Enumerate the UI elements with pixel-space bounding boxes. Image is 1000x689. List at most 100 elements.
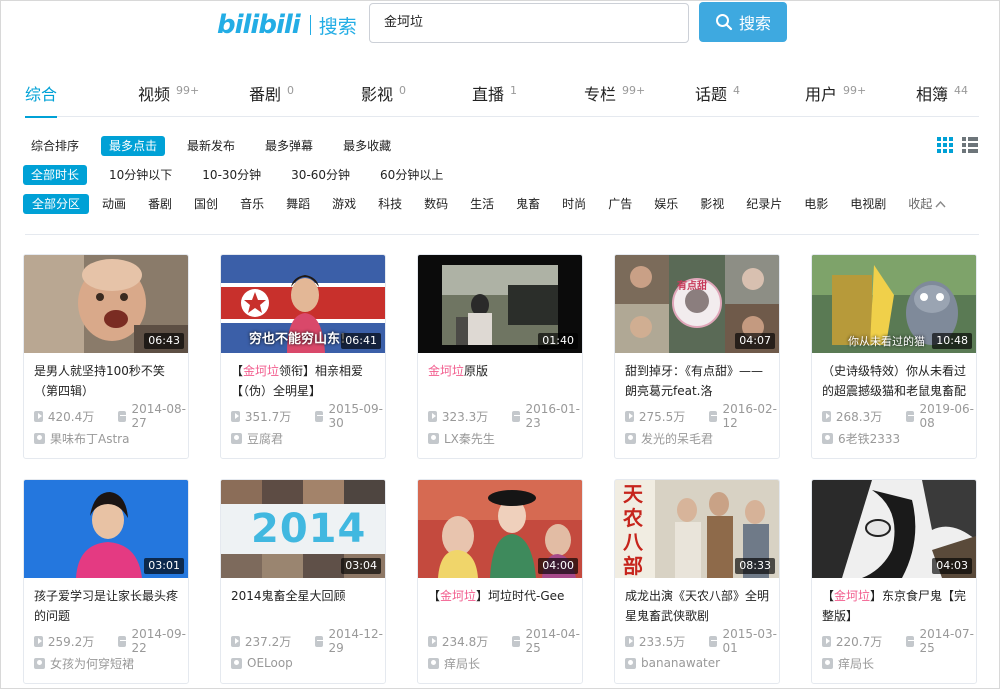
calendar-icon bbox=[905, 410, 915, 422]
duration-option[interactable]: 10-30分钟 bbox=[194, 165, 269, 185]
video-duration: 10:48 bbox=[932, 333, 972, 349]
uploader-info[interactable]: OELoop bbox=[231, 655, 385, 671]
video-card[interactable]: 穷也不能穷山东! 06:41 【金坷垃领衔】相亲相爱【（伪）全明星】 351.7… bbox=[220, 254, 386, 459]
uploader-info[interactable]: 6老铁2333 bbox=[822, 430, 976, 446]
uploader-info[interactable]: bananawater bbox=[625, 655, 779, 671]
title-text: （史诗级特效）你从未看过的超震撼级猫和老鼠鬼畜配 bbox=[822, 364, 967, 398]
zone-option[interactable]: 影视 bbox=[691, 194, 733, 214]
video-duration: 06:43 bbox=[144, 333, 184, 349]
video-thumbnail[interactable]: 04:00 bbox=[418, 480, 582, 578]
video-thumbnail[interactable]: 06:43 bbox=[24, 255, 188, 353]
uploader-info[interactable]: 女孩为何穿短裙 bbox=[34, 655, 188, 671]
video-thumbnail[interactable]: 天农八部 08:33 bbox=[615, 480, 779, 578]
play-count: 237.2万 bbox=[244, 634, 292, 649]
video-title[interactable]: 孩子爱学习是让家长最头疼的问题 bbox=[34, 586, 179, 626]
tab-label: 番剧 bbox=[249, 85, 282, 104]
video-card[interactable]: 有点甜 04:07 甜到掉牙：《有点甜》——朗亮葛元feat.洛 275.5万 … bbox=[614, 254, 780, 459]
video-card[interactable]: 04:03 【金坷垃】东京食尸鬼【完整版】 220.7万 2014-07-25 … bbox=[811, 479, 977, 684]
uploader-info[interactable]: 发光的呆毛君 bbox=[625, 430, 779, 446]
zone-option[interactable]: 科技 bbox=[369, 194, 411, 214]
video-card[interactable]: 06:43 是男人就坚持100秒不笑（第四辑） 420.4万 2014-08-2… bbox=[23, 254, 189, 459]
zone-option[interactable]: 舞蹈 bbox=[277, 194, 319, 214]
zone-option[interactable]: 电影 bbox=[795, 194, 837, 214]
play-count: 323.3万 bbox=[441, 409, 489, 424]
tab-article[interactable]: 专栏 99+ bbox=[584, 71, 645, 117]
zone-option[interactable]: 游戏 bbox=[323, 194, 365, 214]
calendar-icon bbox=[314, 635, 324, 647]
zone-option[interactable]: 全部分区 bbox=[23, 194, 90, 214]
sort-option[interactable]: 最新发布 bbox=[179, 136, 243, 156]
tab-film[interactable]: 影视 0 bbox=[361, 71, 406, 117]
zone-option[interactable]: 番剧 bbox=[139, 194, 181, 214]
video-title[interactable]: 【金坷垃】坷垃时代-Gee bbox=[428, 586, 573, 626]
video-title[interactable]: 金坷垃原版 bbox=[428, 361, 573, 401]
calendar-icon bbox=[511, 635, 521, 647]
video-thumbnail[interactable]: 01:40 bbox=[418, 255, 582, 353]
duration-filter: 全部时长 10分钟以下 10-30分钟 30-60分钟 60分钟以上 bbox=[23, 165, 465, 185]
duration-option[interactable]: 10分钟以下 bbox=[101, 165, 180, 185]
title-text: 成龙出演《天农八部》全明星鬼畜武侠歌剧 bbox=[625, 589, 770, 623]
video-title[interactable]: （史诗级特效）你从未看过的超震撼级猫和老鼠鬼畜配 bbox=[822, 361, 967, 401]
uploader-info[interactable]: 豆腐君 bbox=[231, 430, 385, 446]
video-title[interactable]: 是男人就坚持100秒不笑（第四辑） bbox=[34, 361, 179, 401]
zone-option[interactable]: 数码 bbox=[415, 194, 457, 214]
video-thumbnail[interactable]: 03:01 bbox=[24, 480, 188, 578]
video-card[interactable]: 天农八部 08:33 成龙出演《天农八部》全明星鬼畜武侠歌剧 233.5万 20… bbox=[614, 479, 780, 684]
tab-user[interactable]: 用户 99+ bbox=[805, 71, 866, 117]
tab-video[interactable]: 视频 99+ bbox=[138, 71, 199, 117]
thumbnail-caption: 穷也不能穷山东! bbox=[249, 332, 346, 347]
tab-label: 直播 bbox=[472, 85, 505, 104]
uploader-info[interactable]: 痒局长 bbox=[822, 655, 976, 671]
zone-option[interactable]: 时尚 bbox=[553, 194, 595, 214]
video-card[interactable]: 01:40 金坷垃原版 323.3万 2016-01-23 LX秦先生 bbox=[417, 254, 583, 459]
grid-view-icon[interactable] bbox=[937, 137, 953, 153]
video-thumbnail[interactable]: 2014 03:04 bbox=[221, 480, 385, 578]
video-thumbnail[interactable]: 穷也不能穷山东! 06:41 bbox=[221, 255, 385, 353]
collapse-button[interactable]: 收起 bbox=[899, 194, 955, 214]
tab-album[interactable]: 相簿 44 bbox=[916, 71, 968, 117]
sort-option[interactable]: 综合排序 bbox=[23, 136, 87, 156]
tab-label: 用户 bbox=[805, 85, 838, 104]
sort-option[interactable]: 最多点击 bbox=[101, 136, 166, 156]
duration-option[interactable]: 60分钟以上 bbox=[372, 165, 451, 185]
logo-divider bbox=[309, 15, 311, 35]
video-title[interactable]: 甜到掉牙：《有点甜》——朗亮葛元feat.洛 bbox=[625, 361, 770, 401]
uploader-info[interactable]: LX秦先生 bbox=[428, 430, 582, 446]
uploader-info[interactable]: 痒局长 bbox=[428, 655, 582, 671]
zone-option[interactable]: 纪录片 bbox=[737, 194, 791, 214]
zone-option[interactable]: 娱乐 bbox=[645, 194, 687, 214]
duration-option[interactable]: 30-60分钟 bbox=[283, 165, 358, 185]
video-title[interactable]: 成龙出演《天农八部》全明星鬼畜武侠歌剧 bbox=[625, 586, 770, 626]
zone-option[interactable]: 鬼畜 bbox=[507, 194, 549, 214]
video-card[interactable]: 你从未看过的猫 10:48 （史诗级特效）你从未看过的超震撼级猫和老鼠鬼畜配 2… bbox=[811, 254, 977, 459]
zone-option[interactable]: 电视剧 bbox=[841, 194, 895, 214]
video-card[interactable]: 03:01 孩子爱学习是让家长最头疼的问题 259.2万 2014-09-22 … bbox=[23, 479, 189, 684]
video-title[interactable]: 【金坷垃领衔】相亲相爱【（伪）全明星】 bbox=[231, 361, 376, 401]
video-thumbnail[interactable]: 04:03 bbox=[812, 480, 976, 578]
video-card[interactable]: 2014 03:04 2014鬼畜全星大回顾 237.2万 2014-12-29… bbox=[220, 479, 386, 684]
video-card[interactable]: 04:00 【金坷垃】坷垃时代-Gee 234.8万 2014-04-25 痒局… bbox=[417, 479, 583, 684]
video-title[interactable]: 2014鬼畜全星大回顾 bbox=[231, 586, 376, 626]
video-thumbnail[interactable]: 你从未看过的猫 10:48 bbox=[812, 255, 976, 353]
tab-bangumi[interactable]: 番剧 0 bbox=[249, 71, 294, 117]
upload-date: 2014-12-29 bbox=[328, 627, 383, 655]
bilibili-logo[interactable]: bilibili 搜索 bbox=[217, 9, 357, 41]
zone-option[interactable]: 国创 bbox=[185, 194, 227, 214]
uploader-info[interactable]: 果味布丁Astra bbox=[34, 430, 188, 446]
search-button[interactable]: 搜索 bbox=[699, 2, 787, 42]
video-stats: 275.5万 2016-02-12 bbox=[625, 402, 779, 430]
video-thumbnail[interactable]: 有点甜 04:07 bbox=[615, 255, 779, 353]
zone-option[interactable]: 动画 bbox=[93, 194, 135, 214]
list-view-icon[interactable] bbox=[962, 137, 978, 153]
search-input[interactable]: 金坷垃 bbox=[369, 3, 689, 43]
sort-option[interactable]: 最多弹幕 bbox=[257, 136, 321, 156]
zone-option[interactable]: 广告 bbox=[599, 194, 641, 214]
duration-option[interactable]: 全部时长 bbox=[23, 165, 88, 185]
video-title[interactable]: 【金坷垃】东京食尸鬼【完整版】 bbox=[822, 586, 967, 626]
zone-option[interactable]: 音乐 bbox=[231, 194, 273, 214]
tab-all[interactable]: 综合 bbox=[25, 71, 58, 118]
zone-option[interactable]: 生活 bbox=[461, 194, 503, 214]
tab-live[interactable]: 直播 1 bbox=[472, 71, 517, 117]
sort-option[interactable]: 最多收藏 bbox=[335, 136, 399, 156]
tab-topic[interactable]: 话题 4 bbox=[695, 71, 740, 117]
